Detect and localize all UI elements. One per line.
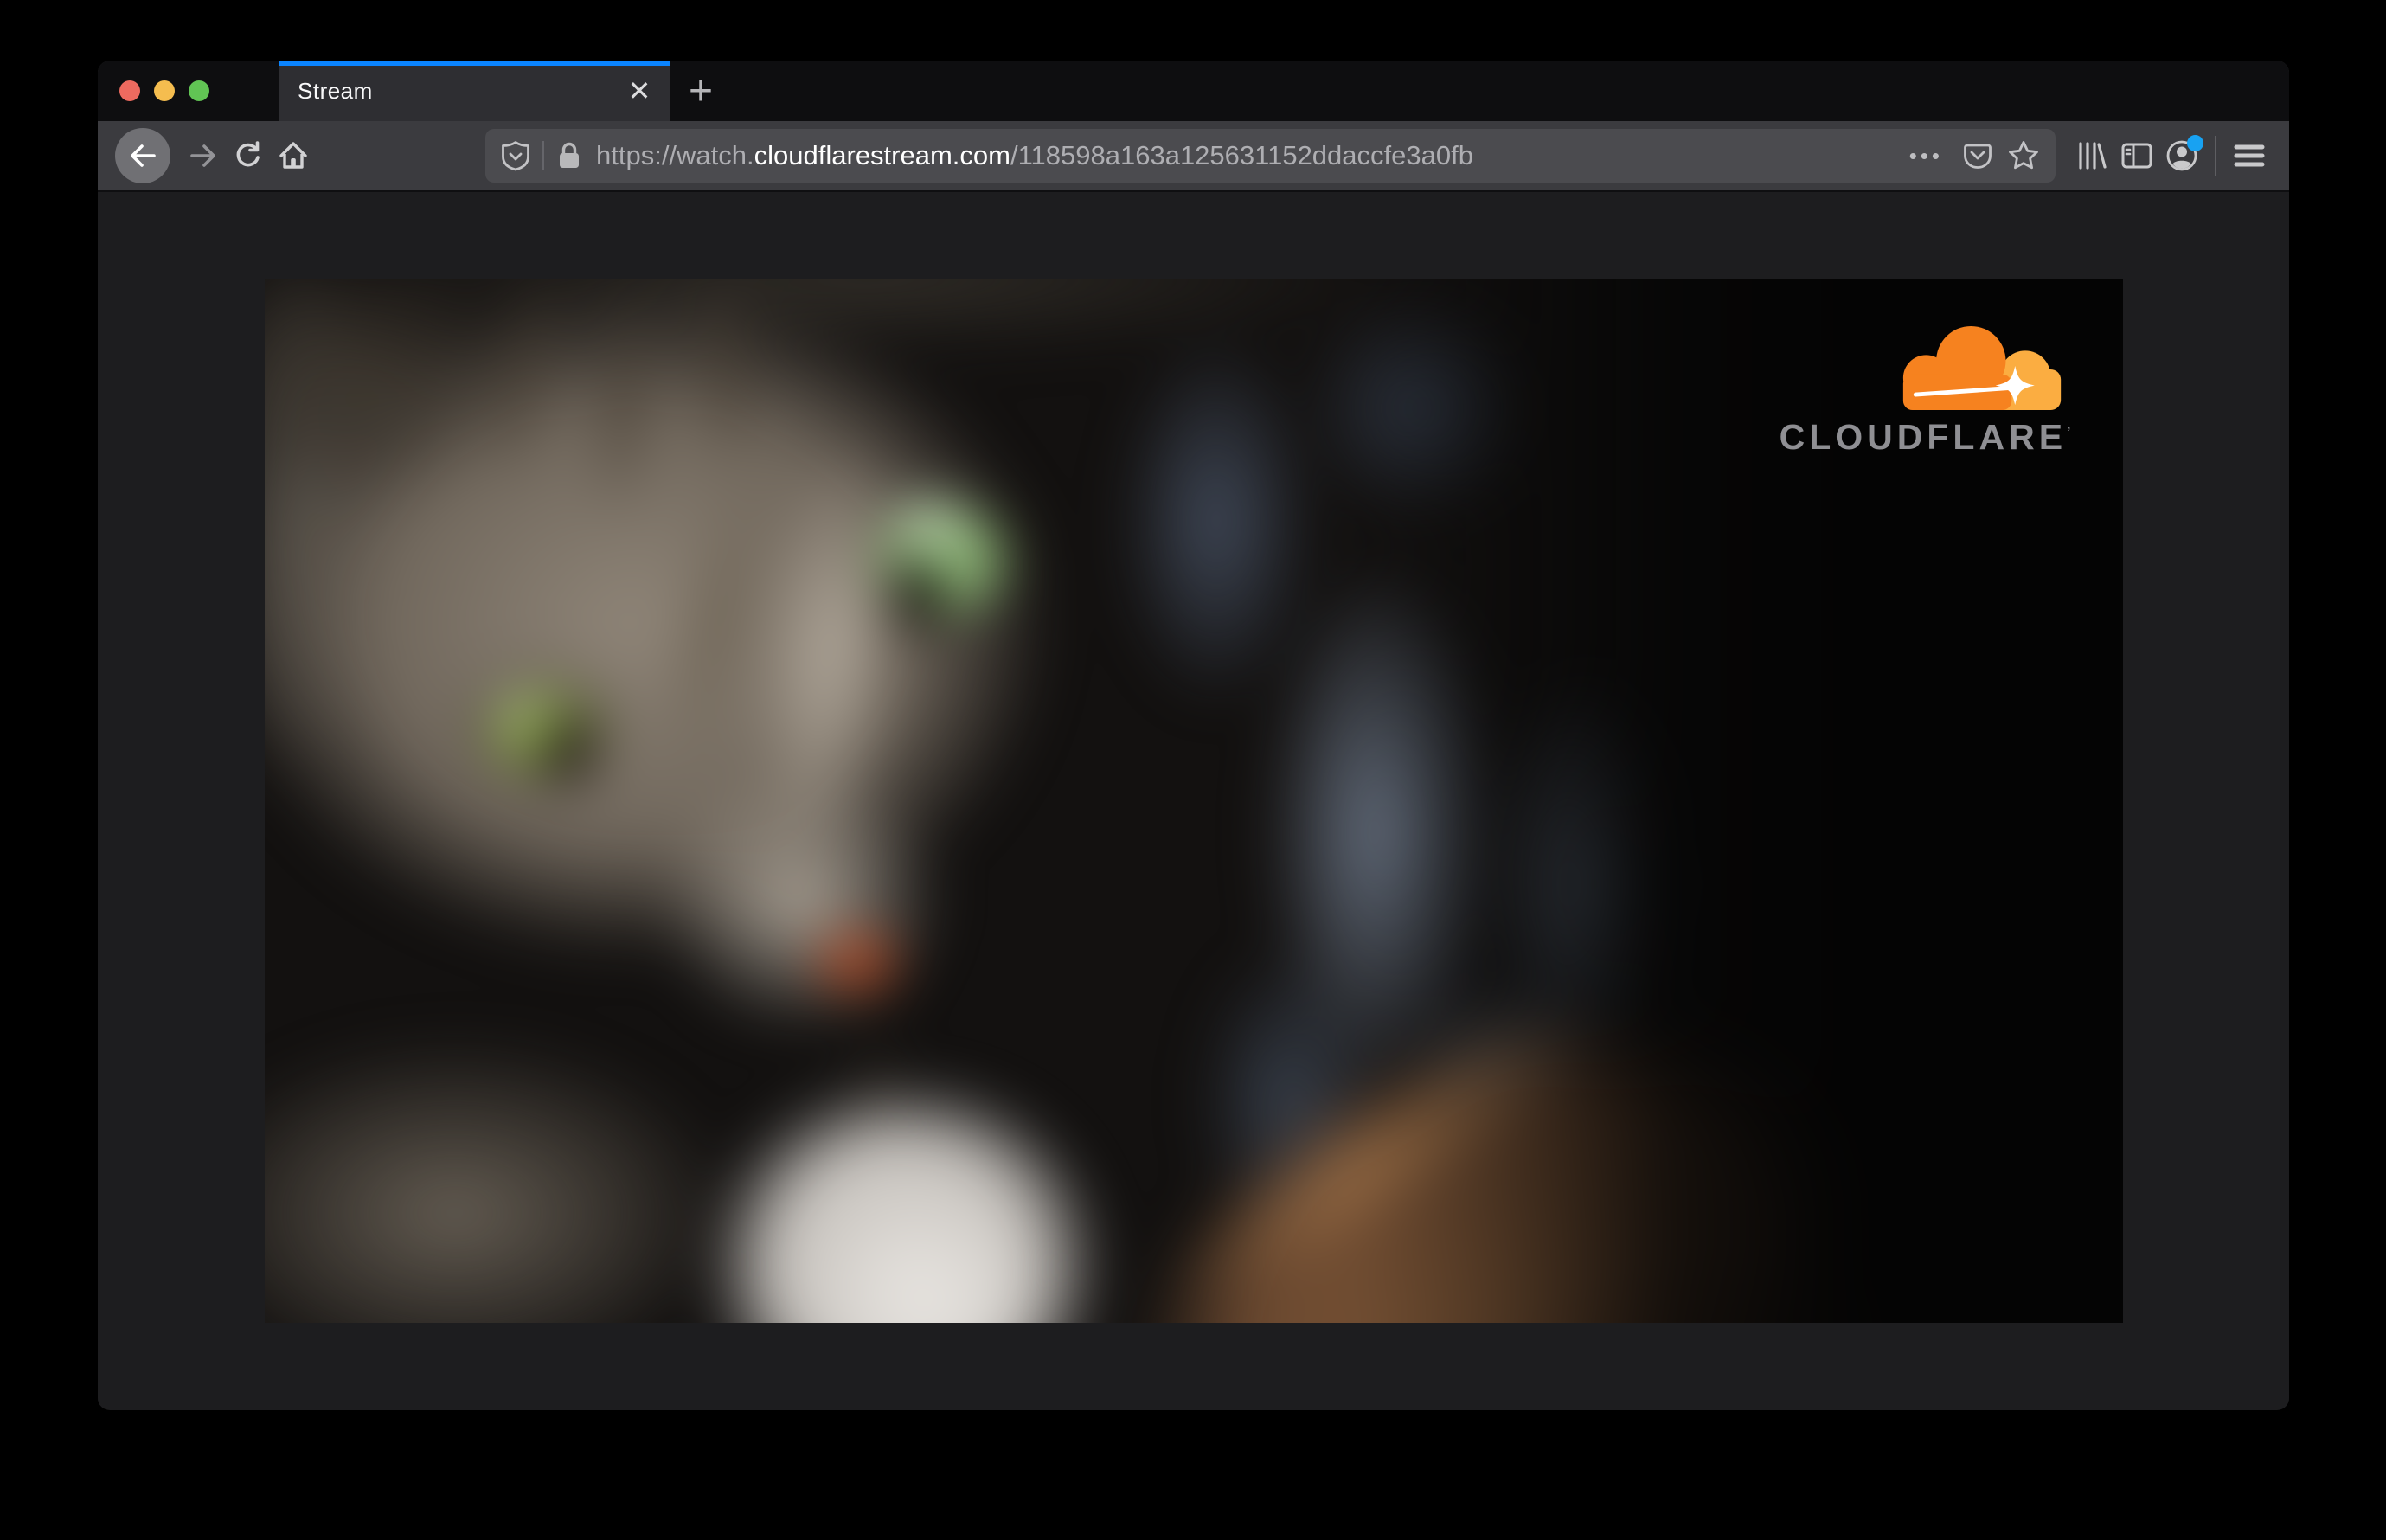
browser-window: Stream ✕ + https://watch.cloudflarestrea… — [98, 61, 2289, 1410]
library-button[interactable] — [2069, 133, 2114, 178]
reload-button[interactable] — [226, 133, 271, 178]
lock-icon[interactable] — [556, 141, 582, 170]
sidebar-button[interactable] — [2114, 133, 2159, 178]
navigation-toolbar: https://watch.cloudflarestream.com/11859… — [98, 121, 2289, 192]
trademark-mark: ’ — [2067, 424, 2071, 440]
window-zoom-button[interactable] — [189, 80, 209, 101]
back-arrow-icon — [131, 144, 156, 167]
back-button[interactable] — [115, 128, 170, 183]
toolbar-separator — [2215, 136, 2216, 176]
url-protocol: https://watch. — [596, 140, 754, 170]
home-icon — [279, 142, 307, 169]
cloudflare-cloud-icon — [1902, 325, 2061, 410]
url-domain: cloudflarestream.com — [754, 140, 1010, 170]
star-icon — [2009, 141, 2038, 170]
library-icon — [2079, 142, 2107, 170]
address-bar[interactable]: https://watch.cloudflarestream.com/11859… — [485, 129, 2056, 183]
tab-title: Stream — [298, 77, 373, 104]
tab-close-icon[interactable]: ✕ — [619, 71, 659, 111]
menu-button[interactable] — [2227, 133, 2272, 178]
account-button[interactable] — [2159, 133, 2204, 178]
window-minimize-button[interactable] — [154, 80, 175, 101]
page-actions-button[interactable]: ••• — [1909, 143, 1943, 170]
sidebar-icon — [2121, 143, 2152, 169]
forward-button[interactable] — [181, 133, 226, 178]
cloudflare-wordmark: CLOUDFLARE’ — [1779, 416, 2071, 457]
forward-arrow-icon — [190, 144, 215, 167]
tab-bar: Stream ✕ + — [98, 61, 2289, 121]
page-content: CLOUDFLARE’ — [98, 192, 2289, 1408]
account-notification-dot — [2187, 135, 2203, 151]
urlbar-separator — [542, 141, 544, 170]
pocket-icon — [1964, 144, 1992, 169]
video-player[interactable]: CLOUDFLARE’ — [264, 278, 2123, 1323]
bookmark-star-button[interactable] — [2007, 139, 2040, 172]
tracking-protection-shield-icon[interactable] — [501, 140, 530, 171]
tab-stream[interactable]: Stream ✕ — [279, 61, 670, 121]
new-tab-button[interactable]: + — [670, 61, 732, 121]
pocket-button[interactable] — [1962, 140, 1993, 171]
hamburger-menu-icon — [2234, 144, 2265, 167]
url-text[interactable]: https://watch.cloudflarestream.com/11859… — [596, 140, 1895, 171]
url-path: /118598a163a125631152ddaccfe3a0fb — [1010, 140, 1473, 170]
cloudflare-logo: CLOUDFLARE’ — [1777, 322, 2071, 458]
window-controls — [98, 61, 279, 121]
window-close-button[interactable] — [119, 80, 140, 101]
reload-icon — [236, 141, 260, 167]
home-button[interactable] — [271, 133, 316, 178]
